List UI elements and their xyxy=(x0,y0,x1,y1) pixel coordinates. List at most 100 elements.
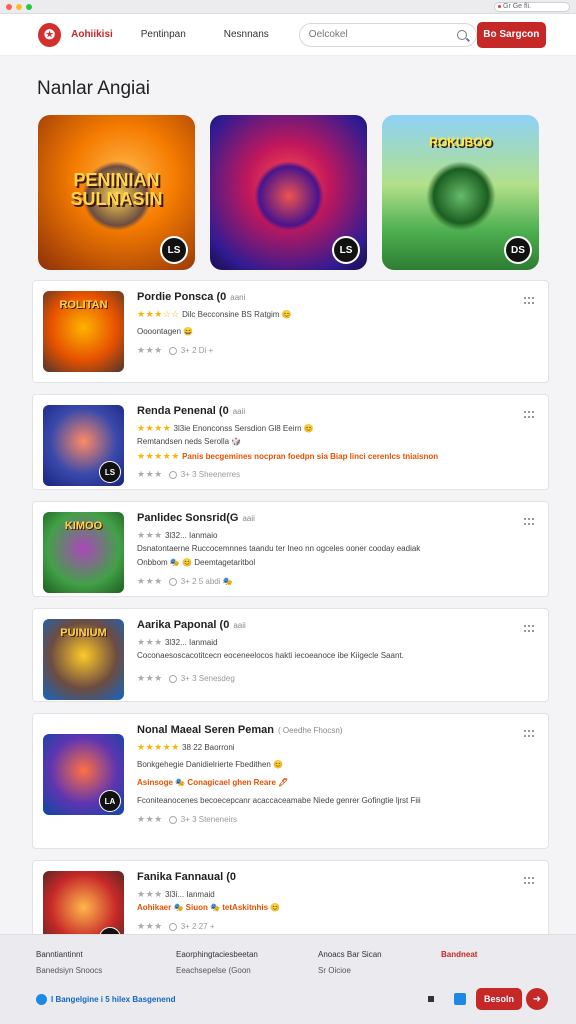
thumbnail-title: PUINIUM xyxy=(60,627,107,639)
comment-icon xyxy=(168,922,177,931)
featured-game-card[interactable]: ROKUBOO DS xyxy=(382,115,539,270)
rating-stars: ★★★★ xyxy=(137,423,172,433)
search-input[interactable]: Oelcokel xyxy=(298,22,477,47)
nav-link-1[interactable]: Pentinpan xyxy=(141,29,186,40)
site-footer: Banntiantinnt Banedsiyn Snoocs Eaorphing… xyxy=(0,934,576,1024)
game-description: Panis becgemines nocpran foedpn sia Biap… xyxy=(182,452,439,461)
rating-stars: ★★★ xyxy=(137,637,163,647)
platform-badge-icon: LS xyxy=(332,236,360,264)
game-title[interactable]: Nonal Maeal Seren Peman( Oeedhe Fhocsn) xyxy=(137,724,548,736)
footer-link[interactable]: Sr Oicioe xyxy=(318,963,382,979)
close-window-dot[interactable] xyxy=(6,3,12,10)
arrow-right-icon[interactable]: ➜ xyxy=(526,988,548,1010)
game-title[interactable]: Aarika Paponal (0 aaii xyxy=(137,619,548,631)
game-list: ROLITAN Pordie Ponsca (0 aani ★★★☆☆ Dilc … xyxy=(32,280,549,960)
footer-column-3: Anoacs Bar Sican Sr Oicioe xyxy=(318,947,382,979)
game-meta: 38 22 Baorroni xyxy=(182,743,235,752)
featured-game-card[interactable]: PENINIAN SULNASIN LS xyxy=(38,115,195,270)
comment-count: 3+ 2 5 abdi 🎭 xyxy=(180,577,233,586)
game-highlight: Aohikaer 🎭 Siuon 🎭 tetAskitnhis 😊 xyxy=(137,903,281,912)
nav-link-2[interactable]: Nesnnans xyxy=(224,29,269,40)
minimize-window-dot[interactable] xyxy=(16,3,22,10)
search-icon[interactable] xyxy=(456,29,467,40)
game-title[interactable]: Panlidec Sonsrid(G aaii xyxy=(137,512,548,524)
game-tagline: Remtandsen neds Serolla 🎲 xyxy=(137,437,242,446)
footer-column-1: Banntiantinnt Banedsiyn Snoocs xyxy=(36,947,102,979)
featured-carousel: PENINIAN SULNASIN LS LS ROKUBOO DS xyxy=(0,115,576,270)
footer-link[interactable]: Eeachsepelse (Goon xyxy=(176,963,258,979)
game-list-item[interactable]: PUINIUM Aarika Paponal (0 aaii ★★★ 3l32..… xyxy=(32,608,549,702)
footer-stars: ★★★ xyxy=(137,673,163,683)
share-icon[interactable] xyxy=(454,993,466,1005)
footer-link[interactable]: Banedsiyn Snoocs xyxy=(36,963,102,979)
featured-game-card[interactable]: LS xyxy=(210,115,367,270)
footer-language-link[interactable]: I Bangelgine i 5 hilex Basgenend xyxy=(51,995,175,1004)
game-meta: 3l3i... Ianmaid xyxy=(164,890,215,899)
rating-stars: ★★★★★ xyxy=(137,742,180,752)
thumbnail-title: KIMOO xyxy=(64,520,103,532)
footer-stars: ★★★ xyxy=(137,814,163,824)
footer-link[interactable]: Eaorphingtaciesbeetan xyxy=(176,947,258,963)
address-bar[interactable]: Gr Ge fli. xyxy=(494,2,570,12)
game-meta: 3l3ie Enonconss Sersdion Gl8 Eeirn 😊 xyxy=(173,424,314,433)
comment-icon xyxy=(168,674,177,683)
game-art xyxy=(253,160,324,231)
footer-column-2: Eaorphingtaciesbeetan Eeachsepelse (Goon xyxy=(176,947,258,979)
footer-column-4: Bandneat xyxy=(441,947,477,963)
brand-name[interactable]: Aohiikisi xyxy=(71,29,133,40)
comment-icon xyxy=(168,815,177,824)
section-title: Nanlar Angiai xyxy=(37,78,151,99)
game-list-item[interactable]: LA Nonal Maeal Seren Peman( Oeedhe Fhocs… xyxy=(32,713,549,849)
footer-stars: ★★★ xyxy=(137,921,163,931)
platform-badge-icon: DS xyxy=(504,236,532,264)
footer-link[interactable]: Anoacs Bar Sican xyxy=(318,947,382,963)
game-thumbnail[interactable]: PUINIUM xyxy=(43,619,124,700)
more-options-icon[interactable] xyxy=(524,877,536,885)
footer-link[interactable]: Banntiantinnt xyxy=(36,947,102,963)
comment-icon xyxy=(168,346,177,355)
logo-icon[interactable]: ✪ xyxy=(38,22,62,47)
more-options-icon[interactable] xyxy=(524,625,536,633)
header-cta-button[interactable]: Bo Sargcon xyxy=(476,21,546,48)
top-navigation: ✪ Aohiikisi Pentinpan Nesnnans Oelcokel … xyxy=(0,14,576,56)
globe-icon[interactable] xyxy=(36,993,47,1005)
footer-stars: ★★★ xyxy=(137,345,163,355)
game-list-item[interactable]: KIMOO Panlidec Sonsrid(G aaii ★★★ 3l32...… xyxy=(32,501,549,597)
platform-badge-icon: LS xyxy=(99,461,121,483)
game-meta: 3l32... Ianmaid xyxy=(164,638,218,647)
rating-stars: ★★★ xyxy=(137,889,163,899)
more-options-icon[interactable] xyxy=(524,518,536,526)
game-title[interactable]: Pordie Ponsca (0 aani xyxy=(137,291,548,303)
comment-count: 3+ 3 Sheenerres xyxy=(180,470,241,479)
maximize-window-dot[interactable] xyxy=(26,3,32,10)
game-meta: 3l32... Ianmaio xyxy=(164,531,218,540)
game-description: Dsnatontaerne Ruccocemnnes taandu ter In… xyxy=(137,544,421,553)
game-list-item[interactable]: LS Renda Penenal (0 aaii ★★★★ 3l3ie Enonc… xyxy=(32,394,549,490)
comment-count: 3+ 2 27 + xyxy=(180,922,215,931)
footer-stars: ★★★ xyxy=(137,576,163,586)
comment-count: 3+ 3 Steneneirs xyxy=(180,815,237,824)
rating-stars: ★★★☆☆ xyxy=(137,309,180,319)
featured-game-title: PENINIAN SULNASIN xyxy=(70,170,163,209)
more-options-icon[interactable] xyxy=(524,730,536,738)
game-description: Coconaesoscacotitcecn eoceneelocos hakti… xyxy=(137,651,404,660)
featured-game-title: ROKUBOO xyxy=(429,135,492,149)
game-title[interactable]: Fanika Fannaual (0 xyxy=(137,871,548,883)
game-thumbnail[interactable]: LA xyxy=(43,734,124,815)
game-thumbnail[interactable]: ROLITAN xyxy=(43,291,124,372)
square-icon[interactable] xyxy=(428,996,434,1002)
more-options-icon[interactable] xyxy=(524,411,536,419)
game-thumbnail[interactable]: KIMOO xyxy=(43,512,124,593)
footer-button[interactable]: Besoln xyxy=(476,988,522,1010)
game-tagline: Oooontagen 😄 xyxy=(137,327,194,336)
game-title[interactable]: Renda Penenal (0 aaii xyxy=(137,405,548,417)
game-thumbnail[interactable]: LS xyxy=(43,405,124,486)
footer-stars: ★★★ xyxy=(137,469,163,479)
search-placeholder: Oelcokel xyxy=(308,29,348,40)
more-options-icon[interactable] xyxy=(524,297,536,305)
game-tagline: Onbbom 🎭 😊 Deemtagetaritbol xyxy=(137,558,256,567)
game-description: Fconiteanocenes becoecepcanr acaccaceama… xyxy=(137,796,421,805)
footer-link[interactable]: Bandneat xyxy=(441,947,477,963)
game-list-item[interactable]: ROLITAN Pordie Ponsca (0 aani ★★★☆☆ Dilc … xyxy=(32,280,549,383)
rating-stars: ★★★ xyxy=(137,530,163,540)
